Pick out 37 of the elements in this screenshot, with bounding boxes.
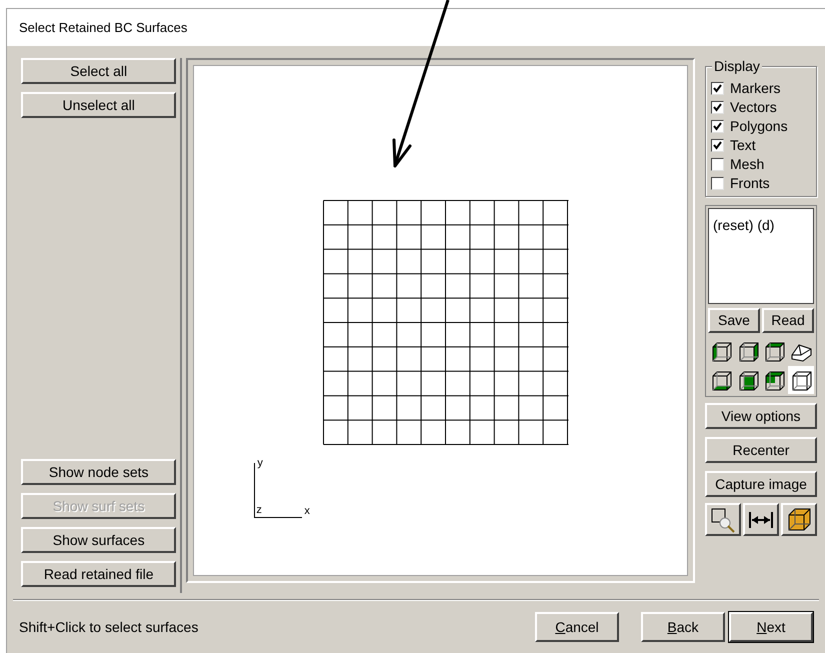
checkbox-label: Markers [730, 81, 781, 95]
view-cube-icon[interactable] [788, 366, 814, 394]
panel-button[interactable]: Capture image [705, 471, 817, 497]
dialog-button[interactable]: Back [641, 612, 725, 642]
axis-label: y [257, 458, 263, 469]
panel-button[interactable]: Show node sets [21, 459, 176, 485]
checkbox[interactable] [711, 120, 724, 132]
checkbox-label: Polygons [730, 119, 788, 133]
checkbox-label: Mesh [730, 157, 764, 171]
dialog-button[interactable]: Next [729, 612, 813, 642]
view-file-button[interactable]: Read [762, 308, 814, 333]
panel-button[interactable]: View options [705, 403, 817, 429]
views-list[interactable]: (reset) (d) [708, 208, 814, 304]
panel-button[interactable]: Unselect all [21, 92, 176, 118]
panel-button[interactable]: Read retained file [21, 561, 176, 587]
checkbox[interactable] [711, 176, 724, 190]
checkbox-label: Vectors [730, 100, 777, 114]
axis-label: x [304, 506, 310, 517]
checkbox[interactable] [711, 82, 724, 94]
checkbox[interactable] [711, 138, 724, 152]
viewport[interactable]: y z x [193, 65, 688, 576]
window-title: Select Retained BC Surfaces [19, 18, 188, 37]
checkbox-label: Text [730, 138, 756, 152]
panel-button[interactable]: Select all [21, 58, 176, 84]
checkbox[interactable] [711, 158, 724, 170]
checkbox[interactable] [711, 100, 724, 114]
view-file-button[interactable]: Save [708, 308, 760, 333]
cube-icon[interactable] [781, 503, 817, 536]
checkbox-label: Fronts [730, 176, 770, 190]
group-title: Display [712, 59, 762, 73]
dialog-button[interactable]: Cancel [535, 612, 619, 642]
axis-label: z [256, 505, 262, 516]
status-text: Shift+Click to select surfaces [19, 618, 200, 636]
panel-button[interactable]: Show surfaces [21, 527, 176, 553]
fit-width-icon[interactable] [743, 503, 779, 536]
panel-button[interactable]: Recenter [705, 437, 817, 463]
zoom-icon[interactable] [705, 503, 741, 536]
